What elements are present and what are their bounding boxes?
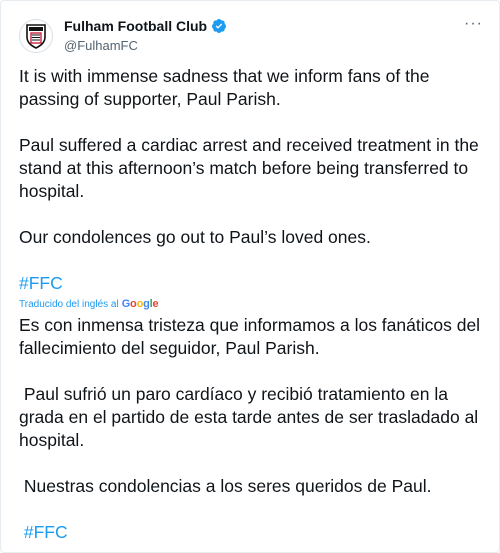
tweet-paragraph-1: It is with immense sadness that we infor… xyxy=(19,66,435,109)
translation-attribution[interactable]: Traducido del inglés al Google xyxy=(19,297,485,311)
fulham-crest-icon xyxy=(26,24,46,49)
translation-attribution-text: Traducido del inglés al xyxy=(19,298,119,310)
hashtag-link[interactable]: #FFC xyxy=(19,272,485,295)
avatar[interactable] xyxy=(19,19,53,53)
account-name[interactable]: Fulham Football Club xyxy=(64,18,207,34)
tweet-header: Fulham Football Club @FulhamFC ··· xyxy=(1,1,499,61)
google-logo: Google xyxy=(121,298,159,310)
account-name-row[interactable]: Fulham Football Club xyxy=(64,18,227,34)
tweet-paragraph-3: Our condolences go out to Paul’s loved o… xyxy=(19,227,371,247)
translated-hashtag-link[interactable]: #FFC xyxy=(19,521,485,544)
tweet-paragraph-2: Paul suffered a cardiac arrest and recei… xyxy=(19,135,484,201)
more-options-icon[interactable]: ··· xyxy=(464,15,483,33)
translated-paragraph-3: Nuestras condolencias a los seres querid… xyxy=(19,476,432,496)
verified-badge-icon xyxy=(212,19,227,33)
tweet-body: It is with immense sadness that we infor… xyxy=(19,65,485,544)
translated-paragraph-2: Paul sufrió un paro cardíaco y recibió t… xyxy=(19,384,484,450)
tweet-card: Fulham Football Club @FulhamFC ··· It is… xyxy=(0,0,500,553)
translated-paragraph-1: Es con inmensa tristeza que informamos a… xyxy=(19,315,485,358)
account-handle[interactable]: @FulhamFC xyxy=(64,38,138,53)
